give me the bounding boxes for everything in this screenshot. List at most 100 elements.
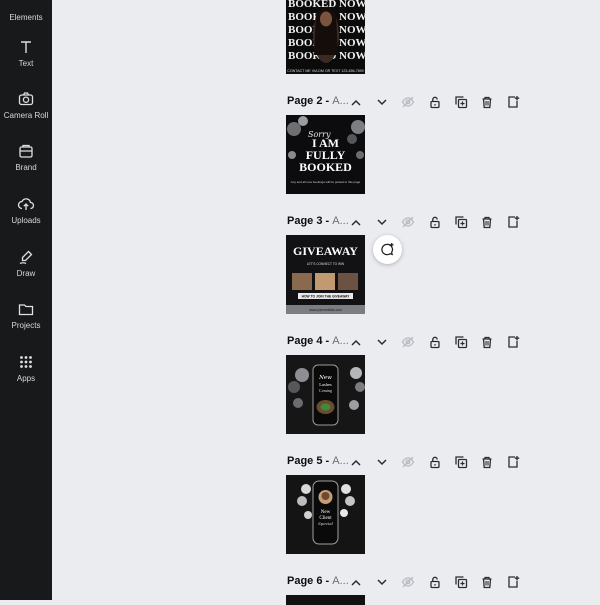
trash-icon <box>482 216 492 229</box>
page-1-contact: CONTACT ME VIA DM OR TEXT 123-456-7890 <box>287 69 363 73</box>
page-title-label: Page 4 - <box>287 335 330 347</box>
add-page-button[interactable] <box>504 573 522 591</box>
eye-hidden-icon <box>401 216 415 228</box>
page-5-header: Page 5 - A... <box>286 453 600 473</box>
sidebar-item-apps[interactable]: Apps <box>0 353 52 383</box>
add-page-button[interactable] <box>504 213 522 231</box>
expand-page-button[interactable] <box>373 93 391 111</box>
chevron-up-icon <box>351 579 361 586</box>
page-3-footer: www.yourwebsite.com <box>309 308 342 312</box>
add-page-icon <box>508 576 520 588</box>
delete-page-button[interactable] <box>478 93 496 111</box>
page-title-label: Page 3 - <box>287 215 330 227</box>
page-title-label: Page 6 - <box>287 575 330 587</box>
collapse-page-button[interactable] <box>347 93 365 111</box>
collapse-page-button[interactable] <box>347 573 365 591</box>
sidebar-item-camera-roll[interactable]: Camera Roll <box>0 90 52 120</box>
delete-page-button[interactable] <box>478 573 496 591</box>
duplicate-page-button[interactable] <box>452 453 470 471</box>
trash-icon <box>482 576 492 589</box>
sidebar-item-label: Uploads <box>11 216 41 225</box>
hide-page-button[interactable] <box>399 573 417 591</box>
page-title-label: Page 2 - <box>287 95 330 107</box>
sidebar-item-uploads[interactable]: Uploads <box>0 195 52 225</box>
duplicate-page-button[interactable] <box>452 93 470 111</box>
duplicate-page-button[interactable] <box>452 213 470 231</box>
duplicate-icon <box>455 336 468 349</box>
lock-page-button[interactable] <box>426 93 444 111</box>
chevron-down-icon <box>377 99 387 106</box>
left-sidebar: Elements Text Camera Roll Brand Uploads … <box>0 0 52 600</box>
lock-page-button[interactable] <box>426 333 444 351</box>
chevron-up-icon <box>351 99 361 106</box>
page-6-title[interactable]: Page 6 - A... <box>287 575 349 587</box>
page-6-thumbnail[interactable] <box>286 595 365 605</box>
page-6-header: Page 6 - A... <box>286 573 600 593</box>
sidebar-item-label: Brand <box>15 163 37 172</box>
lock-page-button[interactable] <box>426 573 444 591</box>
eye-hidden-icon <box>401 336 415 348</box>
sidebar-item-text[interactable]: Text <box>0 38 52 68</box>
page-4-line-2: Lashes <box>319 382 332 387</box>
sidebar-item-projects[interactable]: Projects <box>0 300 52 330</box>
delete-page-button[interactable] <box>478 333 496 351</box>
expand-page-button[interactable] <box>373 573 391 591</box>
hide-page-button[interactable] <box>399 213 417 231</box>
hide-page-button[interactable] <box>399 453 417 471</box>
sidebar-item-label: Elements <box>9 13 43 22</box>
page-3-thumbnail[interactable]: GIVEAWAY LET'S CONNECT TO WIN HOW TO JOI… <box>286 235 365 314</box>
collapse-page-button[interactable] <box>347 333 365 351</box>
page-5-line-1: New <box>321 510 331 515</box>
page-2-thumbnail[interactable]: Sorry I AM FULLY BOOKED Any and all new … <box>286 115 365 194</box>
lock-icon <box>430 576 440 589</box>
page-5-title[interactable]: Page 5 - A... <box>287 455 349 467</box>
lock-page-button[interactable] <box>426 453 444 471</box>
page-2-note: Any and all new bookings will be posted … <box>291 180 361 184</box>
add-comment-button[interactable] <box>373 235 402 264</box>
expand-page-button[interactable] <box>373 453 391 471</box>
sidebar-item-brand[interactable]: Brand <box>0 142 52 172</box>
page-3-title[interactable]: Page 3 - A... <box>287 215 349 227</box>
page-4-title[interactable]: Page 4 - A... <box>287 335 349 347</box>
page-2-title[interactable]: Page 2 - A... <box>287 95 349 107</box>
add-page-button[interactable] <box>504 453 522 471</box>
delete-page-button[interactable] <box>478 213 496 231</box>
folder-icon <box>17 300 35 318</box>
lock-icon <box>430 336 440 349</box>
chevron-up-icon <box>351 459 361 466</box>
lock-icon <box>430 96 440 109</box>
lock-page-button[interactable] <box>426 213 444 231</box>
chevron-down-icon <box>377 579 387 586</box>
camera-icon <box>17 90 35 108</box>
duplicate-icon <box>455 576 468 589</box>
hide-page-button[interactable] <box>399 93 417 111</box>
duplicate-page-button[interactable] <box>452 333 470 351</box>
draw-pen-icon <box>17 248 35 266</box>
add-page-button[interactable] <box>504 93 522 111</box>
add-page-button[interactable] <box>504 333 522 351</box>
page-4-line-1: New <box>318 375 332 381</box>
apps-grid-icon <box>17 353 35 371</box>
page-4-header: Page 4 - A... <box>286 333 600 353</box>
sidebar-item-draw[interactable]: Draw <box>0 248 52 278</box>
add-page-icon <box>508 96 520 108</box>
page-5-thumbnail[interactable]: New Client Special <box>286 475 365 554</box>
expand-page-button[interactable] <box>373 333 391 351</box>
eye-hidden-icon <box>401 576 415 588</box>
page-1-thumbnail[interactable]: BOOKED NOW BOOKED NOW BOOKED NOW BOOKED … <box>286 0 365 74</box>
chevron-down-icon <box>377 459 387 466</box>
page-3-heading: GIVEAWAY <box>293 244 358 258</box>
expand-page-button[interactable] <box>373 213 391 231</box>
sidebar-item-label: Camera Roll <box>3 111 49 120</box>
delete-page-button[interactable] <box>478 453 496 471</box>
collapse-page-button[interactable] <box>347 453 365 471</box>
page-4-thumbnail[interactable]: New Lashes Coming <box>286 355 365 434</box>
hide-page-button[interactable] <box>399 333 417 351</box>
sidebar-item-elements[interactable]: Elements <box>0 0 52 22</box>
chevron-up-icon <box>351 219 361 226</box>
duplicate-icon <box>455 216 468 229</box>
upload-cloud-icon <box>17 195 35 213</box>
duplicate-page-button[interactable] <box>452 573 470 591</box>
duplicate-icon <box>455 456 468 469</box>
collapse-page-button[interactable] <box>347 213 365 231</box>
